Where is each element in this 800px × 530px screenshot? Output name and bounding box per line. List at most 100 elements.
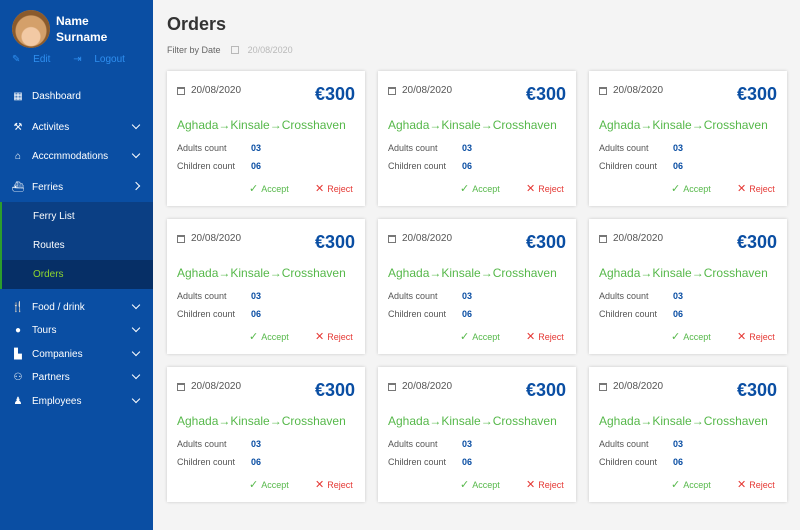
adults-count-label: Adults count [599,291,649,301]
order-date: 20/08/2020 [191,381,242,392]
check-icon: ✓ [460,479,470,491]
accept-button[interactable]: ✓ Accept [249,478,289,491]
close-icon: ✕ [315,479,325,491]
order-card[interactable]: 20/08/2020 €300 Aghada→Kinsale→Crosshave… [167,71,365,206]
accept-button[interactable]: ✓ Accept [671,182,711,195]
order-card[interactable]: 20/08/2020 €300 Aghada→Kinsale→Crosshave… [378,71,576,206]
reject-button[interactable]: ✕ Reject [737,478,775,491]
children-count-label: Children count [388,457,447,467]
children-count-value: 06 [673,309,684,319]
adults-count-value: 03 [462,291,473,301]
check-icon: ✓ [249,183,259,195]
reject-button[interactable]: ✕ Reject [526,478,564,491]
calendar-icon [177,383,185,391]
accept-button[interactable]: ✓ Accept [460,182,500,195]
close-icon: ✕ [737,183,747,195]
user-profile: Name Surname ✎ Edit ⇥ Logout [12,10,152,70]
order-date: 20/08/2020 [402,85,453,96]
logout-link[interactable]: ⇥ Logout [73,54,135,65]
order-card[interactable]: 20/08/2020 €300 Aghada→Kinsale→Crosshave… [589,71,787,206]
sidebar-item-dashboard[interactable]: ▦ Dashboard [0,82,153,110]
order-card[interactable]: 20/08/2020 €300 Aghada→Kinsale→Crosshave… [589,219,787,354]
children-count-label: Children count [177,161,236,171]
partners-icon: ⚇ [13,371,23,383]
order-date: 20/08/2020 [402,381,453,392]
adults-count-value: 03 [251,439,262,449]
home-icon: ⌂ [14,150,22,162]
order-date: 20/08/2020 [191,233,242,244]
avatar[interactable] [12,10,50,48]
close-icon: ✕ [526,479,536,491]
adults-count-label: Adults count [388,143,438,153]
order-card[interactable]: 20/08/2020 €300 Aghada→Kinsale→Crosshave… [378,367,576,502]
sidebar-subitem-orders[interactable]: Orders [0,260,153,289]
order-route: Aghada→Kinsale→Crosshaven [388,266,557,280]
accept-button[interactable]: ✓ Accept [671,330,711,343]
close-icon: ✕ [315,183,325,195]
children-count-value: 06 [251,457,262,467]
sidebar-item-employees[interactable]: ♟ Employees [0,387,153,415]
order-route: Aghada→Kinsale→Crosshaven [599,414,768,428]
order-date: 20/08/2020 [613,381,664,392]
order-route: Aghada→Kinsale→Crosshaven [177,266,346,280]
reject-button[interactable]: ✕ Reject [526,182,564,195]
reject-button[interactable]: ✕ Reject [315,478,353,491]
sidebar: Name Surname ✎ Edit ⇥ Logout ▦ Dashboard… [0,0,153,530]
reject-button[interactable]: ✕ Reject [737,330,775,343]
pencil-icon: ✎ [12,54,21,65]
children-count-value: 06 [673,161,684,171]
calendar-icon [388,383,396,391]
calendar-icon[interactable] [231,46,240,54]
accept-button[interactable]: ✓ Accept [671,478,711,491]
order-route: Aghada→Kinsale→Crosshaven [388,118,557,132]
chevron-down-icon [131,347,141,357]
accept-button[interactable]: ✓ Accept [460,478,500,491]
order-route: Aghada→Kinsale→Crosshaven [177,414,346,428]
children-count-value: 06 [462,161,473,171]
order-card[interactable]: 20/08/2020 €300 Aghada→Kinsale→Crosshave… [589,367,787,502]
adults-count-label: Adults count [599,143,649,153]
sidebar-item-activities[interactable]: ⚒ Activites [0,113,153,141]
ship-icon: ⛴ [11,181,25,193]
close-icon: ✕ [526,331,536,343]
calendar-icon [599,235,607,243]
order-price: €300 [736,232,777,252]
sidebar-item-ferries[interactable]: ⛴ Ferries [0,173,153,201]
order-price: €300 [736,380,777,400]
reject-button[interactable]: ✕ Reject [526,330,564,343]
reject-button[interactable]: ✕ Reject [737,182,775,195]
accept-button[interactable]: ✓ Accept [249,330,289,343]
order-price: €300 [525,232,566,252]
sidebar-item-accommodations[interactable]: ⌂ Acccmmodations [0,142,153,170]
order-price: €300 [314,380,355,400]
adults-count-label: Adults count [177,439,227,449]
sidebar-subitem-ferry-list[interactable]: Ferry List [0,202,153,231]
order-date: 20/08/2020 [613,233,664,244]
adults-count-label: Adults count [599,439,649,449]
order-card[interactable]: 20/08/2020 €300 Aghada→Kinsale→Crosshave… [167,219,365,354]
accept-button[interactable]: ✓ Accept [249,182,289,195]
reject-button[interactable]: ✕ Reject [315,330,353,343]
order-price: €300 [314,232,355,252]
chevron-down-icon [131,323,141,333]
sidebar-subitem-routes[interactable]: Routes [0,231,153,260]
chevron-down-icon [131,394,141,404]
order-price: €300 [525,380,566,400]
edit-link[interactable]: ✎ Edit [12,54,60,65]
adults-count-value: 03 [673,291,684,301]
children-count-label: Children count [599,161,658,171]
order-price: €300 [314,84,355,104]
date-filter[interactable]: Filter by Date 20/08/2020 [167,45,293,55]
reject-button[interactable]: ✕ Reject [315,182,353,195]
order-route: Aghada→Kinsale→Crosshaven [599,118,768,132]
chevron-down-icon [131,300,141,310]
order-card[interactable]: 20/08/2020 €300 Aghada→Kinsale→Crosshave… [378,219,576,354]
order-card[interactable]: 20/08/2020 €300 Aghada→Kinsale→Crosshave… [167,367,365,502]
adults-count-label: Adults count [177,143,227,153]
accept-button[interactable]: ✓ Accept [460,330,500,343]
filter-date-input[interactable]: 20/08/2020 [248,45,293,55]
adults-count-value: 03 [462,439,473,449]
chevron-down-icon [131,370,141,380]
main-content: Orders Filter by Date 20/08/2020 20/08/2… [153,0,800,530]
adults-count-label: Adults count [388,291,438,301]
